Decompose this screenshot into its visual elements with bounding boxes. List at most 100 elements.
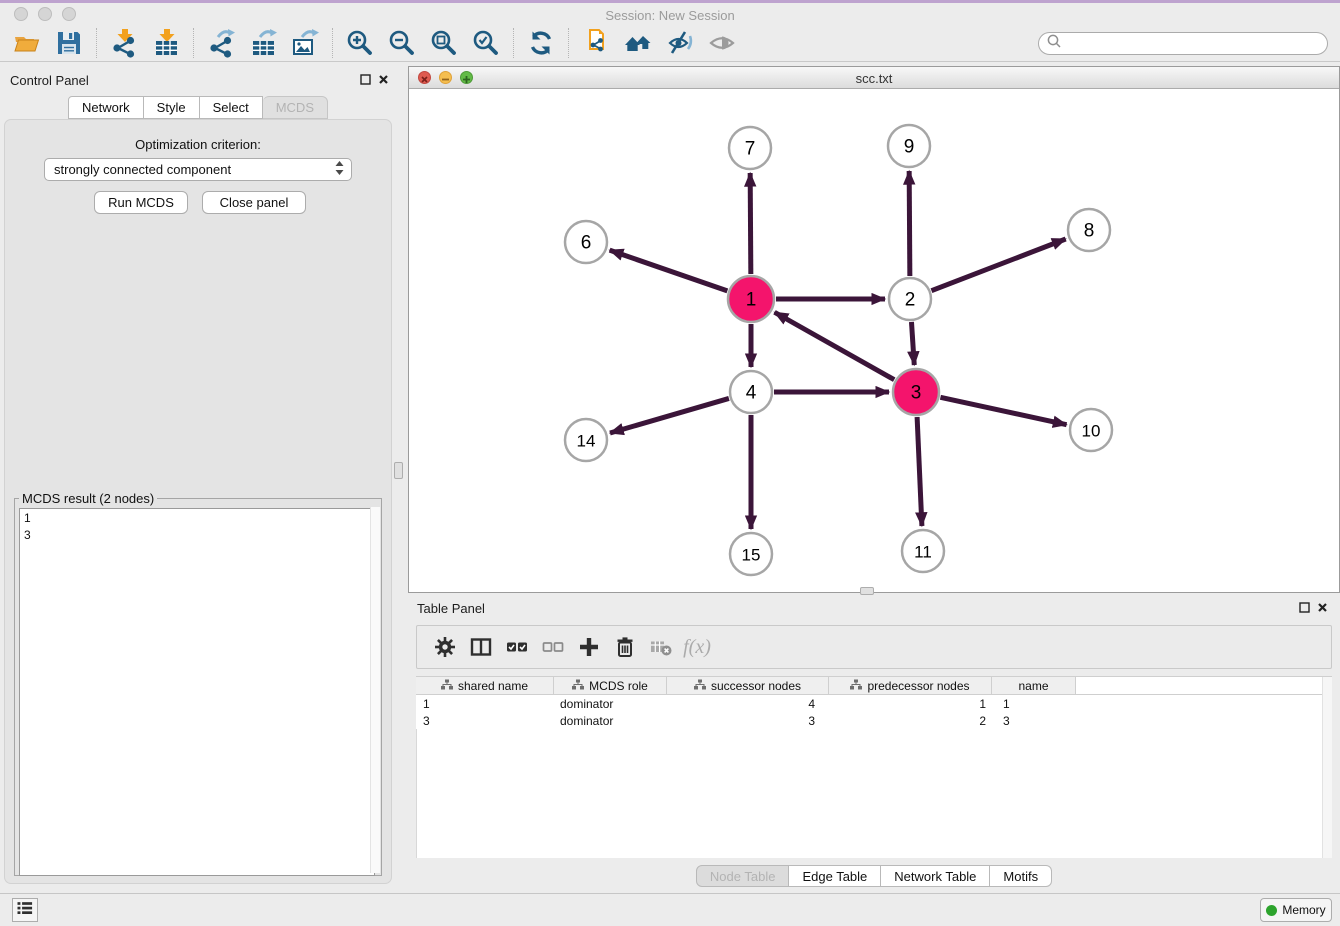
graph-node-2[interactable]: 2 [889, 278, 931, 320]
column-header-name[interactable]: name [992, 677, 1076, 694]
mcds-result-list[interactable]: 1 3 [19, 508, 375, 876]
close-table-panel-icon[interactable] [1316, 601, 1329, 614]
close-panel-button[interactable]: Close panel [202, 191, 306, 214]
cell-successor-nodes[interactable]: 4 [667, 695, 829, 712]
cell-name[interactable]: 3 [992, 712, 1076, 729]
home-icon[interactable] [621, 26, 655, 60]
network-window-titlebar[interactable]: scc.txt [409, 67, 1339, 89]
vertical-splitter-handle[interactable] [394, 462, 403, 479]
tab-style[interactable]: Style [144, 96, 200, 119]
network-canvas[interactable]: 7 9 6 8 1 2 4 3 14 10 15 11 [409, 89, 1339, 592]
column-header-shared-name[interactable]: shared name [416, 677, 554, 694]
close-panel-icon[interactable] [377, 73, 390, 86]
run-mcds-button[interactable]: Run MCDS [94, 191, 188, 214]
zoom-selected-icon[interactable] [469, 26, 503, 60]
memory-button[interactable]: Memory [1260, 898, 1332, 922]
svg-text:4: 4 [746, 383, 757, 404]
tab-network-table[interactable]: Network Table [881, 865, 990, 887]
graph-node-6[interactable]: 6 [565, 221, 607, 263]
column-header-MCDS-role[interactable]: MCDS role [554, 677, 667, 694]
column-type-icon [441, 679, 453, 693]
task-history-button[interactable] [12, 898, 38, 922]
cell-MCDS-role[interactable]: dominator [554, 712, 667, 729]
column-header-label: successor nodes [711, 679, 801, 693]
tab-edge-table[interactable]: Edge Table [789, 865, 881, 887]
graph-node-7[interactable]: 7 [729, 127, 771, 169]
column-header-successor-nodes[interactable]: successor nodes [667, 677, 829, 694]
deselect-all-checkboxes-icon[interactable] [535, 632, 571, 662]
search-box [1038, 32, 1328, 55]
table-row[interactable]: 1dominator411 [416, 695, 1332, 712]
graph-edge-3-1[interactable] [775, 312, 895, 379]
show-graphics-icon[interactable] [705, 26, 739, 60]
graph-edge-1-6[interactable] [610, 250, 728, 291]
zoom-in-icon[interactable] [343, 26, 377, 60]
float-table-panel-icon[interactable] [1298, 601, 1311, 614]
mcds-result-fieldset: MCDS result (2 nodes) 1 3 [14, 491, 382, 876]
cell-predecessor-nodes[interactable]: 1 [829, 695, 992, 712]
tab-mcds[interactable]: MCDS [263, 96, 328, 119]
import-network-icon[interactable] [107, 26, 141, 60]
cell-shared-name[interactable]: 1 [416, 695, 554, 712]
hide-graphics-icon[interactable] [663, 26, 697, 60]
refresh-icon[interactable] [524, 26, 558, 60]
control-panel-tabs: NetworkStyleSelectMCDS [0, 96, 396, 119]
function-builder-icon[interactable]: f(x) [679, 632, 715, 662]
function-builder-icon[interactable]: f(x) [683, 636, 711, 659]
clone-network-icon[interactable] [579, 26, 613, 60]
cell-shared-name[interactable]: 3 [416, 712, 554, 729]
mcds-result-title: MCDS result (2 nodes) [19, 491, 157, 506]
graph-node-11[interactable]: 11 [902, 530, 944, 572]
graph-edge-2-3[interactable] [911, 322, 914, 365]
cell-name[interactable]: 1 [992, 695, 1076, 712]
cell-MCDS-role[interactable]: dominator [554, 695, 667, 712]
graph-node-8[interactable]: 8 [1068, 209, 1110, 251]
graph-edge-1-7[interactable] [750, 173, 751, 274]
table-tabs: Node TableEdge TableNetwork TableMotifs [408, 865, 1340, 887]
graph-edge-3-10[interactable] [940, 397, 1066, 424]
svg-text:10: 10 [1082, 422, 1101, 441]
svg-text:11: 11 [914, 543, 932, 562]
cell-predecessor-nodes[interactable]: 2 [829, 712, 992, 729]
optimization-criterion-dropdown[interactable]: strongly connected component [44, 158, 352, 181]
graph-edge-3-11[interactable] [917, 417, 922, 526]
graph-node-10[interactable]: 10 [1070, 409, 1112, 451]
memory-status-icon [1266, 905, 1277, 916]
graph-edge-4-14[interactable] [610, 398, 729, 433]
graph-edge-2-9[interactable] [909, 171, 910, 276]
graph-node-1[interactable]: 1 [728, 276, 774, 322]
tab-node-table[interactable]: Node Table [696, 865, 790, 887]
network-title: scc.txt [409, 71, 1339, 86]
table-scrollbar[interactable] [1322, 677, 1332, 858]
tab-select[interactable]: Select [200, 96, 263, 119]
export-image-icon[interactable] [288, 26, 322, 60]
zoom-fit-icon[interactable] [427, 26, 461, 60]
delete-rows-icon[interactable] [607, 632, 643, 662]
column-header-predecessor-nodes[interactable]: predecessor nodes [829, 677, 992, 694]
table-row[interactable]: 3dominator323 [416, 712, 1332, 729]
search-input[interactable] [1062, 35, 1327, 53]
export-table-icon[interactable] [246, 26, 280, 60]
select-all-checkboxes-icon[interactable] [499, 632, 535, 662]
zoom-out-icon[interactable] [385, 26, 419, 60]
graph-node-3[interactable]: 3 [893, 369, 939, 415]
import-table-icon[interactable] [149, 26, 183, 60]
open-folder-icon[interactable] [10, 26, 44, 60]
graph-node-4[interactable]: 4 [730, 371, 772, 413]
tab-network[interactable]: Network [68, 96, 144, 119]
delete-column-icon[interactable] [643, 632, 679, 662]
graph-node-14[interactable]: 14 [565, 419, 607, 461]
float-panel-icon[interactable] [359, 73, 372, 86]
graph-node-9[interactable]: 9 [888, 125, 930, 167]
gear-icon[interactable] [427, 632, 463, 662]
result-scrollbar[interactable] [370, 507, 380, 873]
export-network-icon[interactable] [204, 26, 238, 60]
graph-node-15[interactable]: 15 [730, 533, 772, 575]
split-view-icon[interactable] [463, 632, 499, 662]
add-column-icon[interactable] [571, 632, 607, 662]
cell-successor-nodes[interactable]: 3 [667, 712, 829, 729]
tab-motifs[interactable]: Motifs [990, 865, 1052, 887]
save-icon[interactable] [52, 26, 86, 60]
graph-edge-2-8[interactable] [931, 239, 1065, 291]
column-header-label: MCDS role [589, 679, 648, 693]
